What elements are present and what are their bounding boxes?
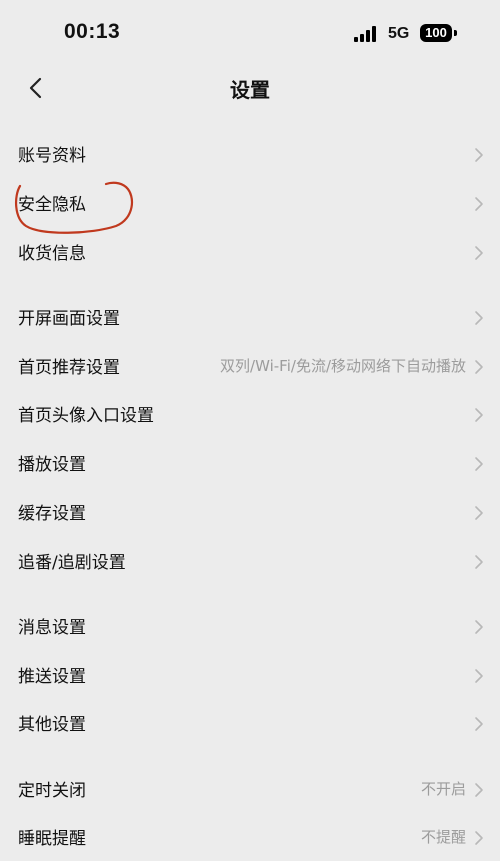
battery-icon: 100	[420, 24, 452, 42]
status-bar: 00:13 5G 100	[0, 0, 500, 62]
status-time: 00:13	[64, 20, 121, 43]
settings-row-playback[interactable]: 播放设置	[0, 439, 500, 487]
chevron-right-icon	[475, 311, 483, 325]
row-value: 不开启	[420, 780, 466, 798]
row-label: 开屏画面设置	[18, 309, 120, 329]
chevron-right-icon	[475, 831, 483, 845]
signal-icon	[354, 26, 376, 42]
settings-row-timer-close[interactable]: 定时关闭 不开启	[0, 765, 500, 813]
chevron-right-icon	[475, 669, 483, 683]
chevron-right-icon	[475, 197, 483, 211]
settings-row-shipping-info[interactable]: 收货信息	[0, 228, 500, 276]
settings-row-push[interactable]: 推送设置	[0, 651, 500, 699]
settings-row-other[interactable]: 其他设置	[0, 699, 500, 747]
row-label: 推送设置	[18, 667, 86, 687]
battery-tip	[454, 30, 457, 36]
row-label: 安全隐私	[18, 195, 86, 215]
settings-row-splash-screen[interactable]: 开屏画面设置	[0, 293, 500, 341]
chevron-right-icon	[475, 457, 483, 471]
row-label: 睡眠提醒	[18, 829, 86, 849]
settings-row-messages[interactable]: 消息设置	[0, 602, 500, 650]
settings-row-home-recommend[interactable]: 首页推荐设置 双列/Wi-Fi/免流/移动网络下自动播放	[0, 342, 500, 390]
settings-row-sleep-reminder[interactable]: 睡眠提醒 不提醒	[0, 813, 500, 861]
chevron-right-icon	[475, 506, 483, 520]
row-label: 消息设置	[18, 618, 86, 638]
chevron-right-icon	[475, 148, 483, 162]
chevron-right-icon	[475, 555, 483, 569]
settings-row-follow-series[interactable]: 追番/追剧设置	[0, 537, 500, 585]
row-value: 双列/Wi-Fi/免流/移动网络下自动播放	[220, 357, 466, 375]
chevron-right-icon	[475, 408, 483, 422]
chevron-right-icon	[475, 620, 483, 634]
row-label: 首页推荐设置	[18, 358, 120, 378]
row-label: 播放设置	[18, 455, 86, 475]
settings-row-home-avatar-entry[interactable]: 首页头像入口设置	[0, 390, 500, 438]
settings-row-security-privacy[interactable]: 安全隐私	[0, 179, 500, 227]
settings-row-cache[interactable]: 缓存设置	[0, 488, 500, 536]
page-title: 设置	[230, 78, 270, 102]
chevron-right-icon	[475, 717, 483, 731]
row-label: 账号资料	[18, 146, 86, 166]
row-label: 定时关闭	[18, 781, 86, 801]
row-label: 追番/追剧设置	[18, 553, 126, 573]
settings-row-account-profile[interactable]: 账号资料	[0, 130, 500, 178]
chevron-right-icon	[475, 360, 483, 374]
row-value: 不提醒	[420, 828, 466, 846]
row-label: 首页头像入口设置	[18, 406, 154, 426]
navigation-bar: 设置	[0, 62, 500, 114]
row-label: 收货信息	[18, 244, 86, 264]
chevron-right-icon	[475, 246, 483, 260]
row-label: 其他设置	[18, 715, 86, 735]
network-type: 5G	[388, 25, 410, 42]
chevron-right-icon	[475, 783, 483, 797]
row-label: 缓存设置	[18, 504, 86, 524]
